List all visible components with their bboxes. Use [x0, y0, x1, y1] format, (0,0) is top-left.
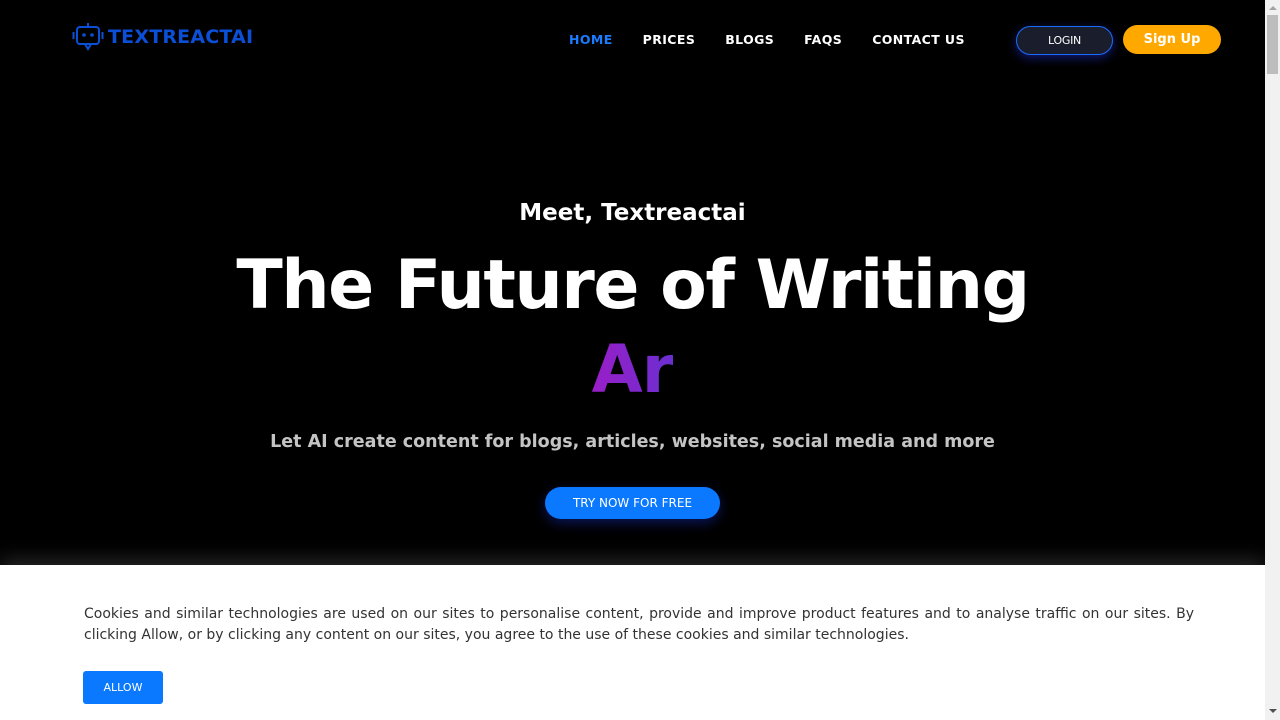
- scroll-down-arrow-icon[interactable]: [1269, 709, 1277, 713]
- nav-blogs[interactable]: BLOGS: [725, 31, 774, 49]
- logo-text: TEXTREACTAI: [108, 26, 254, 48]
- vertical-scrollbar[interactable]: [1265, 0, 1280, 720]
- main-nav: HOME PRICES BLOGS FAQS CONTACT US: [569, 31, 965, 49]
- allow-cookies-button[interactable]: ALLOW: [83, 671, 163, 704]
- robot-icon: [72, 23, 104, 51]
- cookie-banner: Cookies and similar technologies are use…: [0, 565, 1265, 720]
- try-now-button[interactable]: TRY NOW FOR FREE: [545, 487, 720, 519]
- login-button[interactable]: LOGIN: [1016, 26, 1113, 55]
- logo[interactable]: TEXTREACTAI: [72, 22, 253, 52]
- nav-prices[interactable]: PRICES: [643, 31, 696, 49]
- hero-kicker: Meet, Textreactai: [519, 200, 746, 226]
- nav-contact-us[interactable]: CONTACT US: [872, 31, 965, 49]
- hero-title: The Future of Writing: [236, 246, 1030, 325]
- nav-home[interactable]: HOME: [569, 31, 613, 49]
- hero-typed-text: Ar: [591, 331, 675, 408]
- cookie-text: Cookies and similar technologies are use…: [84, 606, 1194, 643]
- page: TEXTREACTAI HOME PRICES BLOGS FAQS CONTA…: [0, 0, 1265, 720]
- hero-typed-text-container: Ar: [0, 328, 1265, 412]
- nav-faqs[interactable]: FAQS: [804, 31, 842, 49]
- hero-subtitle: Let AI create content for blogs, article…: [270, 432, 995, 452]
- signup-button[interactable]: Sign Up: [1123, 25, 1221, 54]
- scrollbar-thumb[interactable]: [1267, 15, 1278, 74]
- scroll-up-arrow-icon[interactable]: [1269, 6, 1277, 10]
